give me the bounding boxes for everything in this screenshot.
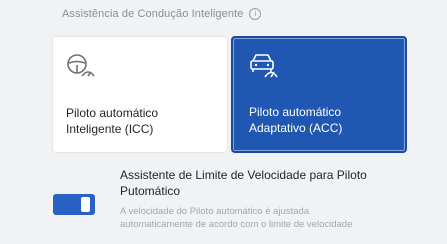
car-speedometer-icon (250, 54, 278, 78)
section-title: Assistência de Condução Inteligente (62, 8, 244, 20)
steering-wheel-car-icon (67, 54, 95, 77)
speed-limit-assist-toggle[interactable] (53, 194, 95, 215)
driving-assistance-panel: Assistência de Condução Inteligente i Pi… (0, 0, 447, 244)
acc-option-label: Piloto automático Adaptativo (ACC) (249, 105, 343, 135)
speed-limit-assist-description: A velocidade do Piloto automático é ajus… (120, 206, 353, 230)
section-header: Assistência de Condução Inteligente i (62, 8, 262, 20)
info-icon[interactable]: i (249, 8, 262, 20)
icc-option-card[interactable]: Piloto automático Inteligente (ICC) (52, 36, 228, 153)
toggle-knob (81, 197, 90, 212)
icc-option-label: Piloto automático Inteligente (ICC) (66, 106, 159, 136)
speed-limit-assist-title: Assistente de Limite de Velocidade para … (120, 168, 367, 198)
acc-option-card[interactable]: Piloto automático Adaptativo (ACC) (231, 36, 407, 153)
